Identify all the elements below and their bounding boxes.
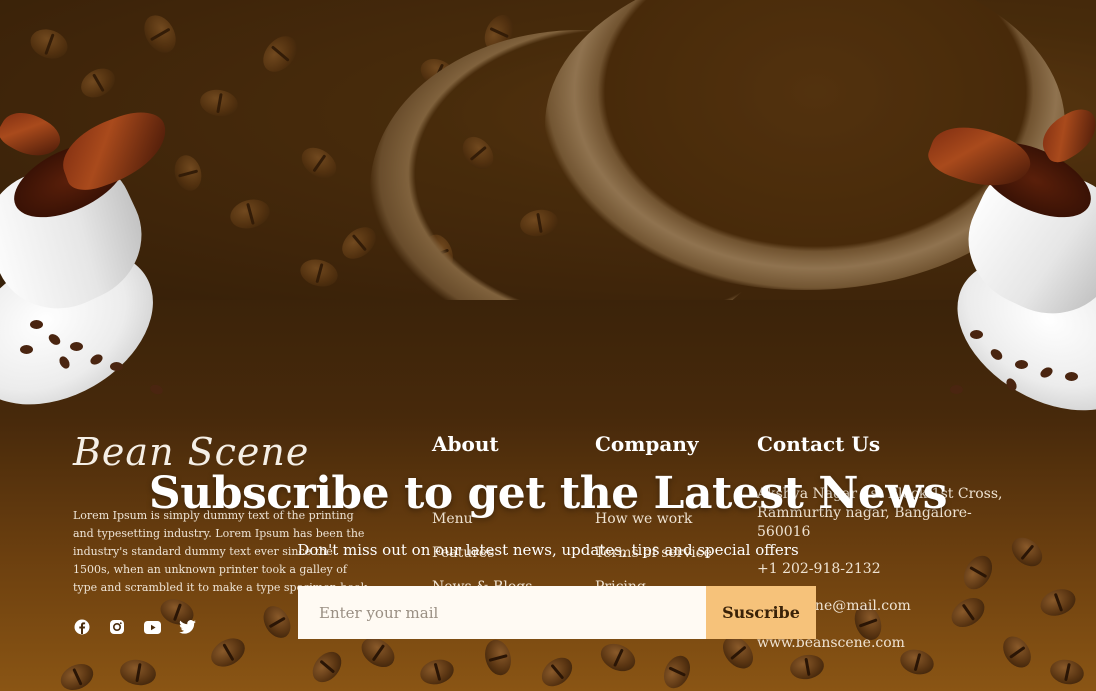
subscribe-description: Don't miss out on our latest news, updat… <box>297 541 799 559</box>
twitter-icon[interactable] <box>178 618 196 636</box>
instagram-icon[interactable] <box>108 618 126 636</box>
left-coffee-cup-illustration <box>0 102 190 436</box>
subscribe-button[interactable]: Suscribe <box>706 586 816 639</box>
about-column-title: About <box>432 432 499 456</box>
social-links <box>73 618 196 636</box>
subscribe-form: Suscribe <box>298 586 816 639</box>
subscribe-title: Subscribe to get the Latest News <box>148 468 948 519</box>
youtube-icon[interactable] <box>143 618 161 636</box>
email-input[interactable] <box>298 586 706 639</box>
contact-phone[interactable]: +1 202-918-2132 <box>757 560 1017 579</box>
contact-column-title: Contact Us <box>757 432 881 456</box>
right-coffee-cup-illustration <box>923 102 1096 442</box>
facebook-icon[interactable] <box>73 618 91 636</box>
company-column-title: Company <box>595 432 699 456</box>
